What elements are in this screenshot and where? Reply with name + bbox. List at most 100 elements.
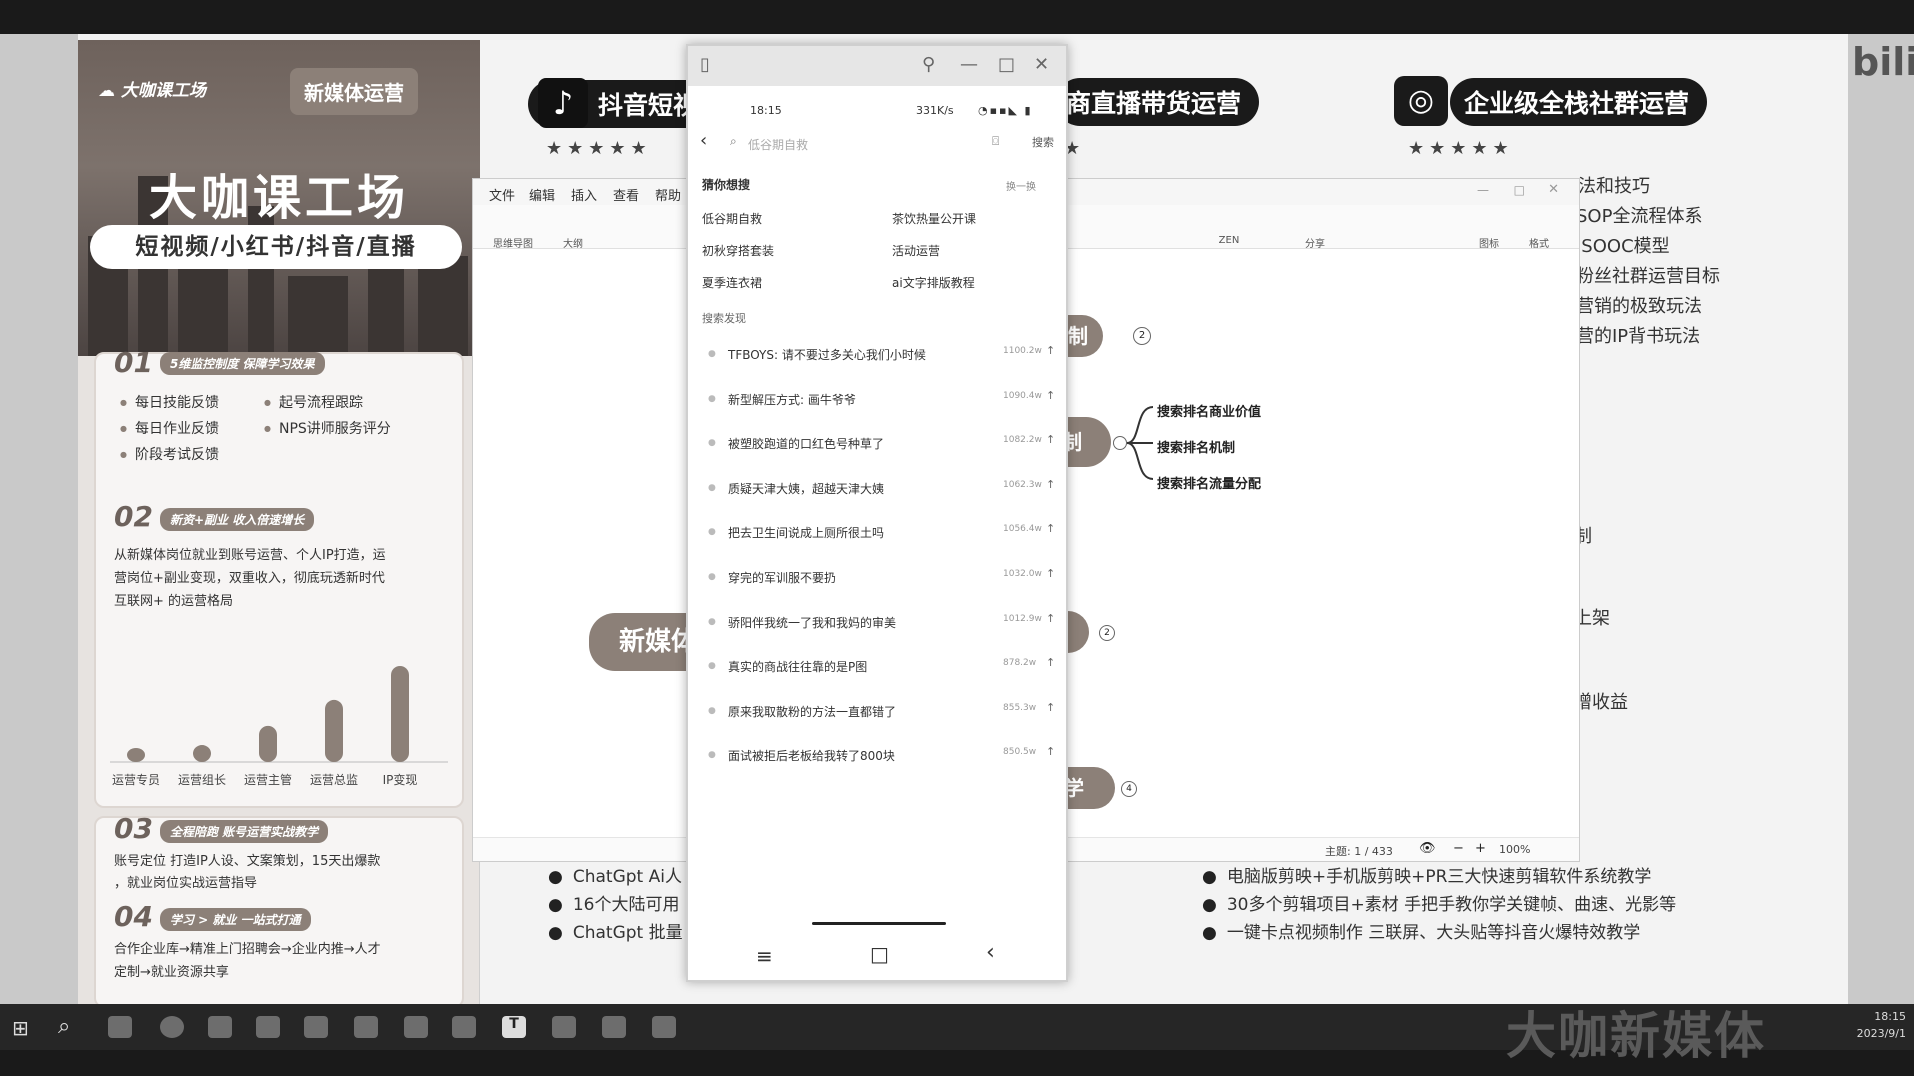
hot-item-count: 1100.2w [1003, 346, 1042, 356]
suggest-item[interactable]: 活动运营 [892, 242, 940, 259]
signal-icons: ◔▪▪◣ ▮ [978, 104, 1033, 117]
hot-search-item[interactable]: ● 原来我取散粉的方法一直都错了 855.3w ↑ [708, 699, 1055, 731]
collapse-badge[interactable]: 2 [1133, 327, 1151, 345]
search-button[interactable]: 搜索 [1032, 134, 1054, 150]
zen-button[interactable]: ZEN [1209, 235, 1249, 246]
section-text: 账号定位 打造IP人设、文案策划，15天出爆款 [114, 854, 381, 869]
right-item-6: 营的IP背书玩法 [1576, 326, 1701, 347]
hot-search-item[interactable]: ● 质疑天津大姨，超越天津大姨 1062.3w ↑ [708, 476, 1055, 508]
screen: bili ♪ 抖音短视 ★★★★★ 商直播带货运营 ★ ◎ 企业级全栈社群运营 … [0, 0, 1914, 1076]
icon-button[interactable]: 图标 [1469, 235, 1509, 250]
leaf-topic[interactable]: 搜索排名商业价值 [1157, 401, 1261, 420]
maximize-icon[interactable]: □ [998, 54, 1015, 75]
menu-file[interactable]: 文件 [489, 185, 515, 204]
browser-icon[interactable] [108, 1016, 132, 1038]
logo-text: 大咖课工场 [120, 81, 206, 101]
home-icon[interactable]: □ [870, 942, 889, 966]
hot-search-item[interactable]: ● 把去卫生间说成上厕所很土吗 1056.4w ↑ [708, 520, 1055, 552]
app-icon[interactable] [452, 1016, 476, 1038]
zoom-level[interactable]: 100% [1499, 843, 1530, 856]
hot-search-item[interactable]: ● TFBOYS: 请不要过多关心我们小时候 1100.2w ↑ [708, 342, 1055, 374]
format-button[interactable]: 格式 [1519, 235, 1559, 250]
zoom-in-button[interactable]: + [1475, 841, 1486, 856]
suggest-item[interactable]: ai文字排版教程 [892, 274, 975, 291]
collapse-badge[interactable]: 2 [1099, 625, 1115, 641]
file-explorer-icon[interactable] [404, 1016, 428, 1038]
badge-label: 抖音短视 [598, 91, 699, 120]
course-poster: ☁ 大咖课工场 新媒体运营 大咖课工场 短视频/小红书/抖音/直播 01 5维监… [78, 40, 480, 1008]
pin-icon[interactable]: ⚲ [922, 54, 935, 75]
bar-2 [259, 725, 277, 762]
hot-item-count: 1032.0w [1003, 569, 1042, 579]
close-icon[interactable]: ✕ [1034, 54, 1049, 75]
menu-icon[interactable]: ≡ [756, 944, 773, 968]
section-number: 04 [114, 900, 153, 933]
rank-dot: ● [708, 750, 716, 761]
menu-help[interactable]: 帮助 [655, 185, 681, 204]
hot-item-count: 1082.2w [1003, 435, 1042, 446]
system-clock[interactable]: 18:15 2023/9/1 [1857, 1008, 1906, 1042]
share-button[interactable]: 分享 [1295, 235, 1335, 250]
maximize-icon[interactable]: □ [1514, 183, 1525, 197]
rank-dot: ● [708, 616, 716, 627]
right-item-2: SOP全流程体系 [1576, 206, 1703, 227]
phone-app-icon[interactable] [652, 1016, 676, 1038]
trend-arrow-icon: ↑ [1046, 344, 1056, 357]
hot-item-title: 真实的商战往往靠的是P图 [728, 660, 868, 675]
typora-icon[interactable]: T [502, 1016, 526, 1038]
hot-search-item[interactable]: ● 面试被拒后老板给我转了800块 850.5w ↑ [708, 743, 1055, 775]
refresh-button[interactable]: 换一换 [1006, 178, 1036, 193]
minimize-icon[interactable]: — [1477, 183, 1489, 197]
back-arrow-icon[interactable]: ‹ [700, 130, 707, 151]
xmind-icon[interactable] [552, 1016, 576, 1038]
poster-tag: 新媒体运营 [290, 68, 418, 115]
collapse-badge[interactable]: 4 [1121, 781, 1137, 797]
app-icon[interactable] [256, 1016, 280, 1038]
close-icon[interactable]: ✕ [1548, 182, 1559, 197]
phone-mirror-window: ▯ ⚲ — □ ✕ 18:15 331K/s ◔▪▪◣ ▮ ‹ ⌕ 低谷期自救 … [686, 44, 1068, 982]
suggest-item[interactable]: 茶饮热量公开课 [892, 210, 976, 227]
app-icon[interactable] [602, 1016, 626, 1038]
outline-view-tab[interactable]: 大纲 [553, 235, 593, 250]
suggest-item[interactable]: 夏季连衣裙 [702, 274, 762, 291]
hot-item-count: 855.3w [1003, 702, 1037, 713]
poster-card-1: 01 5维监控制度 保障学习效果 每日技能反馈 起号流程跟踪 每日作业反馈 NP… [94, 346, 464, 808]
hot-search-item[interactable]: ● 真实的商战往往靠的是P图 878.2w ↑ [708, 654, 1055, 686]
chrome-icon[interactable] [160, 1016, 184, 1038]
hot-search-item[interactable]: ● 穿完的军训服不要扔 1032.0w ↑ [708, 565, 1055, 597]
right-item-5: 营销的极致玩法 [1576, 296, 1702, 317]
camera-icon[interactable]: ⌼ [992, 134, 999, 149]
hot-search-item[interactable]: ● 骄阳伴我统一了我和我妈的审美 1012.9w ↑ [708, 610, 1055, 642]
menu-edit[interactable]: 编辑 [529, 185, 555, 204]
menu-insert[interactable]: 插入 [571, 185, 597, 204]
leaf-topic[interactable]: 搜索排名流量分配 [1157, 473, 1261, 492]
section-number: 03 [114, 812, 153, 845]
search-input[interactable]: ⌕ 低谷期自救 [730, 132, 990, 156]
leaf-topic[interactable]: 搜索排名机制 [1157, 437, 1235, 456]
suggest-item[interactable]: 低谷期自救 [702, 210, 762, 227]
rating-stars: ★★★★★ [546, 138, 652, 159]
app-icon[interactable] [354, 1016, 378, 1038]
menu-view[interactable]: 查看 [613, 185, 639, 204]
hot-item-title: 质疑天津大姨，超越天津大姨 [728, 481, 885, 496]
section-text: ，就业岗位实战运营指导 [114, 876, 258, 891]
hot-search-item[interactable]: ● 被塑胶跑道的口红色号种草了 1082.2w ↑ [708, 431, 1055, 463]
app-icon[interactable] [208, 1016, 232, 1038]
hot-item-title: 面试被拒后老板给我转了800块 [728, 749, 895, 764]
app-icon[interactable] [304, 1016, 328, 1038]
hot-item-count: 1012.9w [1003, 613, 1042, 624]
back-nav-icon[interactable]: ‹ [986, 940, 995, 965]
hot-search-item[interactable]: ● 新型解压方式: 画牛爷爷 1090.4w ↑ [708, 387, 1055, 419]
rank-dot: ● [708, 349, 716, 359]
eye-icon[interactable]: 👁 [1419, 841, 1436, 856]
search-icon[interactable]: ⌕ [58, 1014, 70, 1039]
search-icon: ⌕ [730, 134, 737, 148]
hot-item-title: 骄阳伴我统一了我和我妈的审美 [728, 615, 897, 630]
section-text: 定制→就业资源共享 [114, 965, 229, 980]
hot-item-count: 850.5w [1003, 747, 1037, 758]
mindmap-view-tab[interactable]: 思维导图 [493, 235, 533, 250]
zoom-out-button[interactable]: − [1453, 841, 1464, 856]
windows-start-icon[interactable]: ⊞ [12, 1016, 29, 1040]
minimize-icon[interactable]: — [960, 54, 978, 75]
suggest-item[interactable]: 初秋穿搭套装 [702, 242, 774, 259]
